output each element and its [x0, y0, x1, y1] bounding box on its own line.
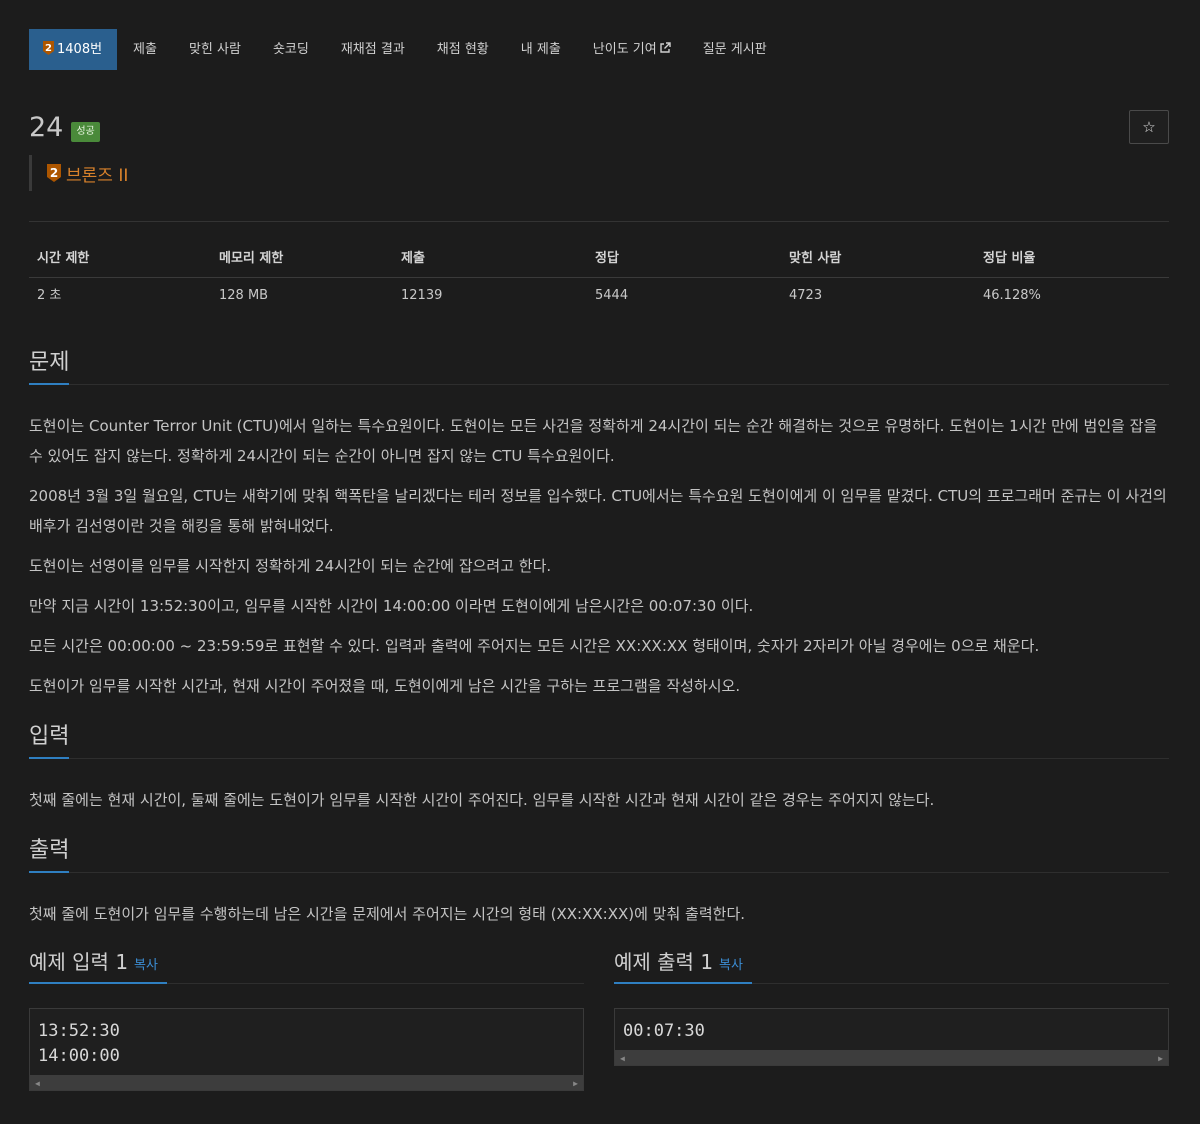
input-description: 첫째 줄에는 현재 시간이, 둘째 줄에는 도현이가 임무를 시작한 시간이 주… [29, 791, 935, 809]
problem-description: 도현이는 Counter Terror Unit (CTU)에서 일하는 특수요… [29, 411, 1169, 701]
tab-question-board[interactable]: 질문 게시판 [687, 29, 783, 70]
paragraph: 모든 시간은 00:00:00 ~ 23:59:59로 표현할 수 있다. 입력… [29, 637, 1040, 655]
section-heading: 예제 입력 1 복사 [29, 946, 584, 984]
section-heading-text: 문제 [29, 350, 70, 375]
table-header-cell: 정답 [595, 251, 619, 266]
divider [29, 221, 1169, 222]
sample-input-box: 13:52:30 14:00:00 ◀ ▶ [29, 1008, 584, 1091]
paragraph: 만약 지금 시간이 13:52:30이고, 임무를 시작한 시간이 14:00:… [29, 597, 754, 615]
external-link-icon [660, 42, 671, 53]
scroll-right-icon[interactable]: ▶ [573, 1079, 578, 1088]
table-cell: 5444 [595, 288, 629, 303]
table-row: 2 초 128 MB 12139 5444 4723 46.128% [29, 278, 1169, 314]
paragraph: 도현이는 선영이를 임무를 시작한지 정확하게 24시간이 되는 순간에 잡으려… [29, 557, 552, 575]
horizontal-scrollbar[interactable]: ◀ ▶ [615, 1050, 1168, 1065]
section-heading-text: 출력 [29, 838, 70, 863]
scroll-right-icon[interactable]: ▶ [1158, 1054, 1163, 1063]
output-section: 출력 첫째 줄에 도현이가 임무를 수행하는데 남은 시간을 문제에서 주어지는… [29, 832, 1169, 929]
tab-problem[interactable]: 2 1408번 [29, 29, 118, 70]
table-header-cell: 맞힌 사람 [789, 251, 842, 266]
tier-row: 2 브론즈 II [29, 155, 128, 191]
section-divider [29, 872, 1169, 873]
table-header-cell: 메모리 제한 [219, 251, 284, 266]
scroll-left-icon[interactable]: ◀ [35, 1079, 40, 1088]
paragraph: 도현이는 Counter Terror Unit (CTU)에서 일하는 특수요… [29, 417, 1158, 465]
tab-label: 제출 [133, 42, 157, 57]
tab-short-coding[interactable]: 숏코딩 [257, 29, 325, 70]
problem-info-table: 시간 제한 메모리 제한 제출 정답 맞힌 사람 정답 비율 2 초 128 M… [29, 240, 1169, 314]
tier-name[interactable]: 브론즈 II [66, 161, 128, 186]
heading-underline [29, 383, 69, 385]
copy-button[interactable]: 복사 [134, 958, 158, 973]
tab-label: 난이도 기여 [592, 42, 657, 57]
sample-line: 13:52:30 [38, 1021, 120, 1041]
scroll-left-icon[interactable]: ◀ [620, 1054, 625, 1063]
tab-label: 숏코딩 [272, 42, 309, 57]
section-heading: 입력 [29, 718, 1169, 759]
table-header-cell: 제출 [401, 251, 425, 266]
section-divider [29, 384, 1169, 385]
heading-underline [29, 757, 69, 759]
sample-input-section: 예제 입력 1 복사 13:52:30 14:00:00 ◀ ▶ [29, 946, 584, 1091]
table-cell: 4723 [789, 288, 823, 303]
problem-section: 문제 도현이는 Counter Terror Unit (CTU)에서 일하는 … [29, 344, 1169, 701]
table-cell: 46.128% [983, 288, 1041, 303]
sample-output-section: 예제 출력 1 복사 00:07:30 ◀ ▶ [614, 946, 1169, 1066]
section-heading: 문제 [29, 344, 1169, 385]
heading-underline [29, 871, 69, 873]
paragraph: 2008년 3월 3일 월요일, CTU는 새학기에 맞춰 핵폭탄을 날리겠다는… [29, 487, 1167, 535]
sample-line: 14:00:00 [38, 1046, 120, 1066]
svg-text:2: 2 [45, 43, 52, 54]
tab-rejudge-results[interactable]: 재채점 결과 [325, 29, 421, 70]
table-header-cell: 시간 제한 [37, 251, 90, 266]
tab-label: 1408번 [57, 42, 103, 57]
section-heading-text: 입력 [29, 724, 70, 749]
table-cell: 2 초 [37, 288, 62, 303]
sample-line: 00:07:30 [623, 1021, 705, 1041]
title-row: 24 성공 [29, 112, 100, 143]
bronze-tier-icon: 2 [47, 164, 61, 182]
table-header-row: 시간 제한 메모리 제한 제출 정답 맞힌 사람 정답 비율 [29, 240, 1169, 278]
tab-label: 내 제출 [520, 42, 561, 57]
table-cell: 12139 [401, 288, 443, 303]
status-badge: 성공 [71, 121, 100, 142]
tab-solvers[interactable]: 맞힌 사람 [173, 29, 257, 70]
horizontal-scrollbar[interactable]: ◀ ▶ [30, 1075, 583, 1090]
bronze-tier-icon: 2 [43, 41, 54, 55]
tab-my-submissions[interactable]: 내 제출 [505, 29, 577, 70]
problem-tabs: 2 1408번 제출 맞힌 사람 숏코딩 재채점 결과 채점 현황 내 제출 난… [29, 29, 783, 70]
tab-judge-status[interactable]: 채점 현황 [421, 29, 505, 70]
output-description: 첫째 줄에 도현이가 임무를 수행하는데 남은 시간을 문제에서 주어지는 시간… [29, 905, 746, 923]
heading-underline [614, 982, 752, 984]
input-section: 입력 첫째 줄에는 현재 시간이, 둘째 줄에는 도현이가 임무를 시작한 시간… [29, 718, 1169, 815]
section-heading-text: 예제 출력 1 [614, 950, 714, 974]
table-cell: 128 MB [219, 288, 269, 303]
section-heading: 출력 [29, 832, 1169, 873]
copy-button[interactable]: 복사 [719, 958, 743, 973]
table-header-cell: 정답 비율 [983, 251, 1036, 266]
tab-label: 채점 현황 [436, 42, 489, 57]
star-icon: ☆ [1142, 118, 1156, 136]
tab-submit[interactable]: 제출 [117, 29, 173, 70]
tab-difficulty-contribution[interactable]: 난이도 기여 [577, 29, 687, 70]
section-divider [29, 758, 1169, 759]
problem-title: 24 [29, 112, 64, 143]
paragraph: 도현이가 임무를 시작한 시간과, 현재 시간이 주어졌을 때, 도현이에게 남… [29, 677, 741, 695]
favorite-star-button[interactable]: ☆ [1129, 110, 1169, 144]
section-heading-text: 예제 입력 1 [29, 950, 129, 974]
section-heading: 예제 출력 1 복사 [614, 946, 1169, 984]
tab-label: 재채점 결과 [340, 42, 405, 57]
sample-output-box: 00:07:30 ◀ ▶ [614, 1008, 1169, 1066]
heading-underline [29, 982, 167, 984]
tab-label: 맞힌 사람 [188, 42, 241, 57]
tier-number: 2 [50, 166, 58, 180]
tab-label: 질문 게시판 [702, 42, 767, 57]
